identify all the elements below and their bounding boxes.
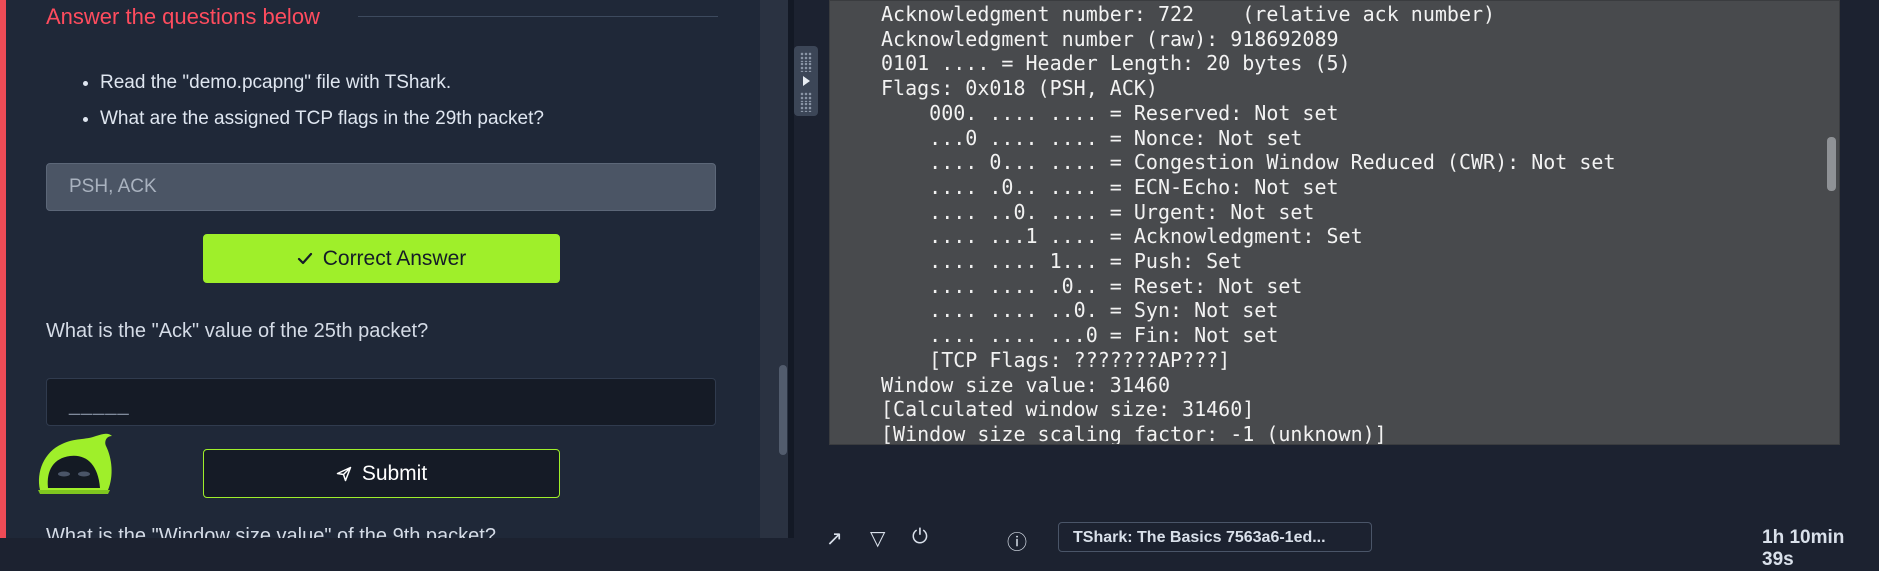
drag-handle-icon [800,92,812,102]
terminal-line: .... ...1 .... = Acknowledgment: Set [881,224,1363,249]
terminal-line: ...0 .... .... = Nonce: Not set [881,125,1303,150]
terminal-window[interactable]: Acknowledgment number: 722 (relative ack… [829,0,1840,445]
mascot-icon[interactable] [34,432,114,498]
vm-name-label: TShark: The Basics 7563a6-1ed... [1058,522,1372,552]
toolbar-icon[interactable]: ▽ [870,526,885,551]
task-pane-scrollbar[interactable] [760,0,788,538]
terminal-output: Acknowledgment number: 722 (relative ack… [881,2,1616,445]
answer-field-correct: PSH, ACK [46,163,716,211]
terminal-line: Flags: 0x018 (PSH, ACK) [881,76,1158,101]
list-item: What are the assigned TCP flags in the 2… [100,104,544,140]
terminal-line: .... 0... .... = Congestion Window Reduc… [881,150,1616,175]
task-pane-scroll-thumb[interactable] [779,365,787,455]
terminal-line: Window size value: 31460 [881,372,1170,397]
terminal-line: .... .... ...0 = Fin: Not set [881,323,1279,348]
terminal-line: .... .... .0.. = Reset: Not set [881,273,1303,298]
terminal-line: [Window size scaling factor: -1 (unknown… [881,421,1387,445]
answer-input[interactable]: _____ [46,378,716,426]
task-pane: Answer the questions below Read the "dem… [0,0,760,538]
question-list: Read the "demo.pcapng" file with TShark.… [78,68,544,140]
terminal-line: .... .0.. .... = ECN-Echo: Not set [881,174,1339,199]
question-text: What is the "Ack" value of the 25th pack… [46,320,429,342]
terminal-line: 0101 .... = Header Length: 20 bytes (5) [881,51,1351,76]
correct-answer-button: Correct Answer [203,234,560,283]
send-icon [336,466,352,481]
play-arrow-icon [803,76,810,86]
terminal-scroll-thumb[interactable] [1827,137,1836,191]
list-item: Read the "demo.pcapng" file with TShark. [100,68,544,104]
info-icon[interactable]: ⓘ [1007,526,1027,555]
terminal-line: Acknowledgment number (raw): 918692089 [881,26,1339,51]
terminal-line: .... ..0. .... = Urgent: Not set [881,199,1315,224]
drag-handle-icon [800,62,812,72]
timer: 1h 10min 39s [1762,527,1845,570]
terminal-line: [Calculated window size: 31460] [881,397,1255,422]
correct-answer-label: Correct Answer [322,246,467,270]
terminal-line: .... .... 1... = Push: Set [881,249,1243,274]
submit-button[interactable]: Submit [203,449,560,498]
submit-label: Submit [361,461,428,485]
check-icon [297,252,312,264]
section-title: Answer the questions below [46,4,320,29]
section-divider [358,16,718,17]
terminal-line: .... .... ..0. = Syn: Not set [881,298,1279,323]
terminal-line: Acknowledgment number: 722 (relative ack… [881,2,1496,26]
expand-icon[interactable]: ↗ [826,526,843,551]
drag-handle-icon [800,102,812,112]
split-view-handle[interactable] [794,46,818,116]
next-question-text: What is the "Window size value" of the 9… [46,525,496,538]
drag-handle-icon [800,52,812,62]
task-accent-bar [0,0,6,538]
terminal-line: [TCP Flags: ???????AP???] [881,347,1231,372]
terminal-line: 000. .... .... = Reserved: Not set [881,100,1339,125]
